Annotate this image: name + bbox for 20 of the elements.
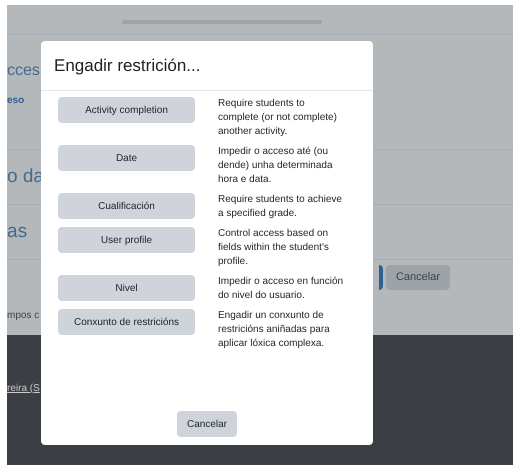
save-button[interactable] xyxy=(378,265,383,290)
cancel-button[interactable]: Cancelar xyxy=(176,411,238,437)
option-button[interactable]: Date xyxy=(58,145,195,171)
option-description: Impedir o acceso até (ou dende) unha determinada hora e data. xyxy=(218,145,334,187)
section-heading: as xyxy=(7,220,28,244)
option-description: Impedir o acceso en función do nivel do usuario. xyxy=(218,275,344,303)
section-heading: cces xyxy=(7,63,40,79)
option-button[interactable]: Nivel xyxy=(58,275,195,301)
form-note: mpos c xyxy=(7,308,40,322)
dialog-title: Engadir restrición... xyxy=(54,54,200,77)
option-button[interactable]: Cualificación xyxy=(58,193,195,219)
option-description: Engadir un conxunto de restricións aniñadas para aplicar lóxica complexa. xyxy=(218,309,331,351)
footer-link[interactable]: reira (S xyxy=(7,383,40,394)
option-description: Control access based on fields within the student's profile. xyxy=(218,227,330,269)
option-button[interactable]: User profile xyxy=(58,227,195,253)
option-description: Require students to complete (or not complete) another activity. xyxy=(218,97,338,139)
cancel-button[interactable]: Cancelar xyxy=(386,265,450,290)
option-button[interactable]: Conxunto de restricións xyxy=(58,309,195,335)
option-description: Require students to achieve a specified grade. xyxy=(218,193,343,221)
option-button[interactable]: Activity completion xyxy=(58,97,195,123)
